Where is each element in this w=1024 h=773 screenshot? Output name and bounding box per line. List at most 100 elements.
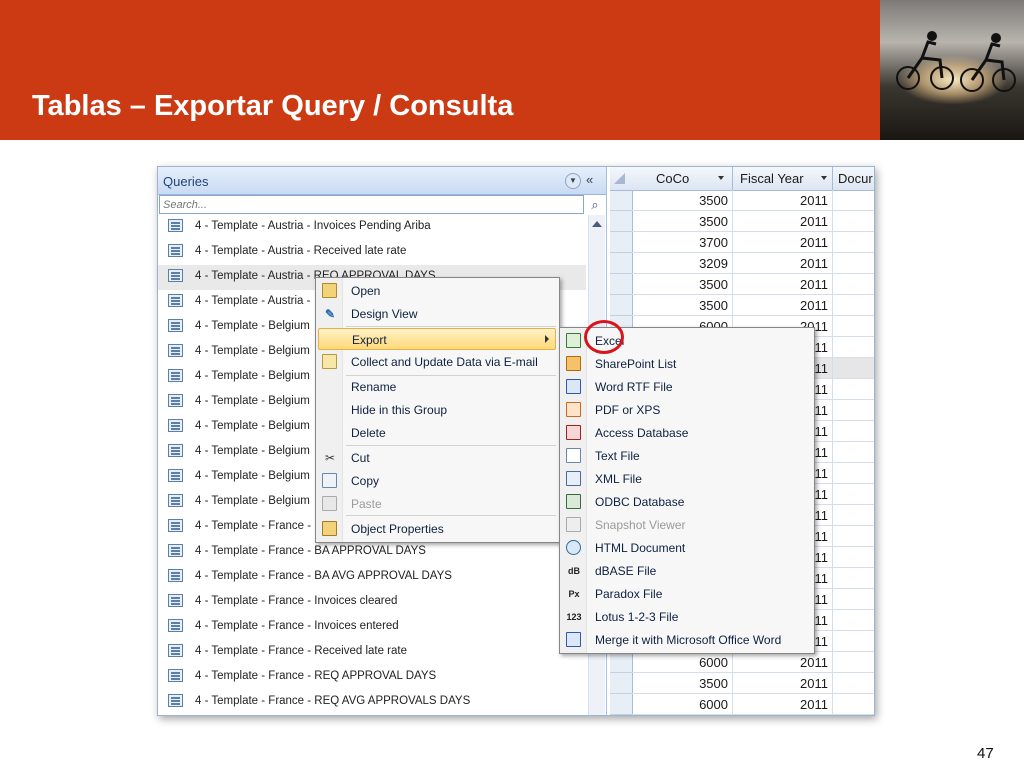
cell-document[interactable]	[833, 232, 874, 253]
export-item-text-file[interactable]: Text File	[562, 445, 811, 467]
cell-fiscal-year[interactable]: 2011	[733, 274, 833, 295]
cell-document[interactable]	[833, 652, 874, 673]
cell-document[interactable]	[833, 673, 874, 694]
cell-coco[interactable]: 3500	[632, 274, 733, 295]
export-item-pdf-xps[interactable]: PDF or XPS	[562, 399, 811, 421]
cell-fiscal-year[interactable]: 2011	[733, 211, 833, 232]
export-item-word-merge[interactable]: Merge it with Microsoft Office Word	[562, 629, 811, 651]
cell-coco[interactable]: 3500	[632, 190, 733, 211]
cell-fiscal-year[interactable]: 2011	[733, 673, 833, 694]
cell-document[interactable]	[833, 295, 874, 316]
cell-fiscal-year[interactable]: 2011	[733, 253, 833, 274]
query-icon	[168, 594, 183, 607]
query-item[interactable]: 4 - Template - Austria - Invoices Pendin…	[158, 215, 586, 240]
menu-item-delete[interactable]: Delete	[318, 422, 556, 444]
record-selector[interactable]	[610, 295, 632, 316]
cell-document[interactable]	[833, 211, 874, 232]
cell-document[interactable]	[833, 274, 874, 295]
cell-document[interactable]	[833, 568, 874, 589]
cell-document[interactable]	[833, 484, 874, 505]
column-header-document[interactable]: Docur	[833, 167, 874, 190]
cell-document[interactable]	[833, 337, 874, 358]
cell-document[interactable]	[833, 526, 874, 547]
menu-item-rename[interactable]: Rename	[318, 376, 556, 398]
cell-document[interactable]	[833, 442, 874, 463]
menu-item-collect-data[interactable]: Collect and Update Data via E-mail	[318, 351, 556, 373]
export-item-xml[interactable]: XML File	[562, 468, 811, 490]
cell-coco[interactable]: 3209	[632, 253, 733, 274]
export-item-lotus[interactable]: 123 Lotus 1-2-3 File	[562, 606, 811, 628]
column-filter-icon[interactable]	[718, 176, 724, 180]
record-selector[interactable]	[610, 274, 632, 295]
query-item[interactable]: 4 - Template - France - Invoices cleared	[158, 590, 586, 615]
export-item-snapshot[interactable]: Snapshot Viewer	[562, 514, 811, 536]
column-header-coco[interactable]: CoCo	[632, 167, 733, 190]
cell-document[interactable]	[833, 190, 874, 211]
record-selector[interactable]	[610, 190, 632, 211]
search-input[interactable]	[159, 195, 584, 214]
cell-document[interactable]	[833, 379, 874, 400]
column-header-fiscal-year[interactable]: Fiscal Year	[733, 167, 833, 190]
menu-item-copy[interactable]: Copy	[318, 470, 556, 492]
export-item-access[interactable]: Access Database	[562, 422, 811, 444]
cell-fiscal-year[interactable]: 2011	[733, 652, 833, 673]
record-selector[interactable]	[610, 253, 632, 274]
cell-coco[interactable]: 3700	[632, 232, 733, 253]
menu-item-design-view[interactable]: ✎ Design View	[318, 303, 556, 325]
menu-item-paste[interactable]: Paste	[318, 493, 556, 515]
cell-document[interactable]	[833, 421, 874, 442]
cell-document[interactable]	[833, 316, 874, 337]
collapse-pane-icon[interactable]: «	[586, 172, 593, 187]
query-item[interactable]: 4 - Template - France - BA AVG APPROVAL …	[158, 565, 586, 590]
scroll-up-icon[interactable]	[592, 221, 602, 227]
search-icon[interactable]: ⌕	[586, 195, 604, 214]
cell-fiscal-year[interactable]: 2011	[733, 190, 833, 211]
record-selector[interactable]	[610, 694, 632, 715]
record-selector[interactable]	[610, 211, 632, 232]
cell-fiscal-year[interactable]: 2011	[733, 694, 833, 715]
export-item-word-rtf[interactable]: Word RTF File	[562, 376, 811, 398]
cell-coco[interactable]: 6000	[632, 694, 733, 715]
export-item-sharepoint[interactable]: SharePoint List	[562, 353, 811, 375]
chevron-down-icon[interactable]: ▼	[565, 173, 581, 189]
query-item[interactable]: 4 - Template - Austria - Received late r…	[158, 240, 586, 265]
cell-document[interactable]	[833, 631, 874, 652]
cell-fiscal-year[interactable]: 2011	[733, 295, 833, 316]
cell-document[interactable]	[833, 547, 874, 568]
cell-document[interactable]	[833, 694, 874, 715]
menu-item-export[interactable]: Export	[318, 328, 556, 350]
record-selector[interactable]	[610, 673, 632, 694]
export-item-html[interactable]: HTML Document	[562, 537, 811, 559]
cell-document[interactable]	[833, 463, 874, 484]
query-icon	[168, 494, 183, 507]
menu-item-object-properties[interactable]: Object Properties	[318, 518, 556, 540]
cell-document[interactable]	[833, 610, 874, 631]
record-selector[interactable]	[610, 232, 632, 253]
cell-coco[interactable]: 3500	[632, 211, 733, 232]
export-item-paradox[interactable]: Px Paradox File	[562, 583, 811, 605]
cell-document[interactable]	[833, 505, 874, 526]
cell-fiscal-year[interactable]: 2011	[733, 232, 833, 253]
column-filter-icon[interactable]	[821, 176, 827, 180]
cell-document[interactable]	[833, 400, 874, 421]
cell-document[interactable]	[833, 589, 874, 610]
record-selector[interactable]	[610, 652, 632, 673]
query-item[interactable]: 4 - Template - France - REQ APPROVAL DAY…	[158, 665, 586, 690]
menu-item-cut[interactable]: ✂ Cut	[318, 447, 556, 469]
query-item[interactable]: 4 - Template - France - Received late ra…	[158, 640, 586, 665]
cell-coco[interactable]: 6000	[632, 652, 733, 673]
menu-item-open[interactable]: Open	[318, 280, 556, 302]
cell-document[interactable]	[833, 253, 874, 274]
export-item-odbc[interactable]: ODBC Database	[562, 491, 811, 513]
cell-coco[interactable]: 3500	[632, 295, 733, 316]
query-item[interactable]: 4 - Template - France - BA APPROVAL DAYS	[158, 540, 586, 565]
odbc-icon	[566, 494, 581, 509]
select-all-icon[interactable]	[614, 173, 625, 184]
grid-header: CoCo Fiscal Year Docur	[610, 167, 874, 191]
query-item[interactable]: 4 - Template - France - Invoices entered	[158, 615, 586, 640]
cell-coco[interactable]: 3500	[632, 673, 733, 694]
export-item-dbase[interactable]: dB dBASE File	[562, 560, 811, 582]
menu-item-hide-in-group[interactable]: Hide in this Group	[318, 399, 556, 421]
cell-document[interactable]	[833, 358, 874, 379]
query-item[interactable]: 4 - Template - France - REQ AVG APPROVAL…	[158, 690, 586, 715]
